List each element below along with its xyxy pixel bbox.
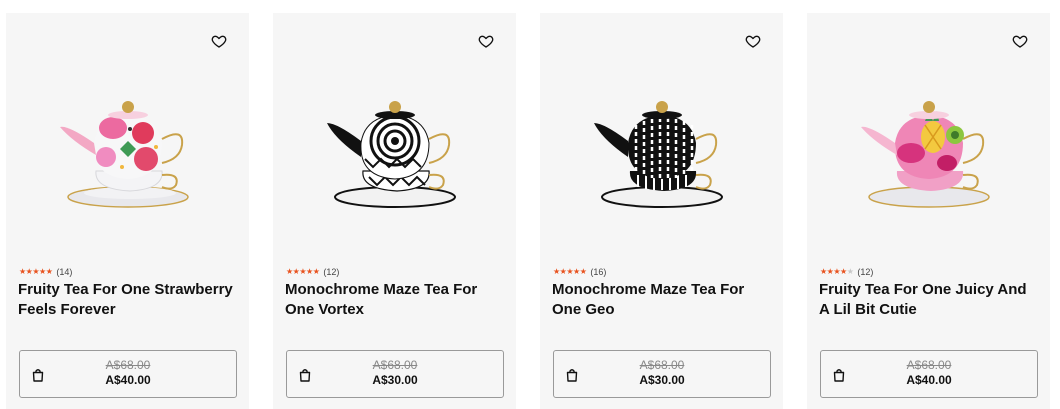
sale-price: A$40.00 <box>906 373 952 387</box>
star-icon: ★ <box>312 267 320 276</box>
star-icon: ★ <box>553 267 560 276</box>
sale-price: A$30.00 <box>639 373 685 387</box>
product-title[interactable]: Monochrome Maze Tea For One Geo <box>552 280 767 320</box>
review-count: (12) <box>323 267 340 277</box>
star-icon: ★ <box>573 267 580 276</box>
product-rating: ★★★★★ (12) <box>820 267 873 277</box>
original-price: A$68.00 <box>639 358 685 372</box>
sale-price: A$40.00 <box>105 373 151 387</box>
star-rating: ★★★★★ <box>820 267 854 277</box>
review-count: (12) <box>857 267 874 277</box>
product-image-teapot[interactable] <box>325 93 465 213</box>
product-card[interactable]: ★★★★★ (14) Fruity Tea For One Strawberry… <box>6 13 249 409</box>
product-card[interactable]: ★★★★★ (12) Fruity Tea For One Juicy And … <box>807 13 1050 409</box>
product-title[interactable]: Fruity Tea For One Juicy And A Lil Bit C… <box>819 280 1034 320</box>
review-count: (16) <box>590 267 607 277</box>
sale-price: A$30.00 <box>372 373 418 387</box>
star-icon: ★ <box>833 267 841 276</box>
star-rating: ★★★★★ <box>553 267 587 277</box>
star-rating: ★★★★★ <box>19 267 53 277</box>
product-title[interactable]: Monochrome Maze Tea For One Vortex <box>285 280 500 320</box>
original-price: A$68.00 <box>372 358 418 372</box>
product-rating: ★★★★★ (12) <box>286 267 339 277</box>
star-icon: ★ <box>306 267 313 276</box>
original-price: A$68.00 <box>105 358 151 372</box>
add-to-cart-button[interactable]: A$68.00 A$40.00 <box>820 350 1038 398</box>
add-to-cart-button[interactable]: A$68.00 A$30.00 <box>286 350 504 398</box>
star-rating: ★★★★★ <box>286 267 320 277</box>
product-card[interactable]: ★★★★★ (12) Monochrome Maze Tea For One V… <box>273 13 516 409</box>
heart-outline-icon[interactable] <box>745 33 761 49</box>
product-image-teapot[interactable] <box>859 93 999 213</box>
star-icon: ★ <box>45 267 53 276</box>
product-title[interactable]: Fruity Tea For One Strawberry Feels Fore… <box>18 280 233 320</box>
product-rating: ★★★★★ (16) <box>553 267 606 277</box>
heart-outline-icon[interactable] <box>211 33 227 49</box>
star-icon: ★ <box>820 267 827 276</box>
original-price: A$68.00 <box>906 358 952 372</box>
heart-outline-icon[interactable] <box>478 33 494 49</box>
star-icon: ★ <box>579 267 587 276</box>
star-icon: ★ <box>566 267 574 276</box>
star-icon: ★ <box>32 267 40 276</box>
product-card[interactable]: ★★★★★ (16) Monochrome Maze Tea For One G… <box>540 13 783 409</box>
star-icon: ★ <box>39 267 46 276</box>
heart-outline-icon[interactable] <box>1012 33 1028 49</box>
star-icon: ★ <box>840 267 847 276</box>
star-icon: ★ <box>286 267 293 276</box>
product-grid: ★★★★★ (14) Fruity Tea For One Strawberry… <box>0 0 1060 409</box>
review-count: (14) <box>56 267 73 277</box>
star-icon: ★ <box>19 267 26 276</box>
star-icon: ★ <box>846 267 854 276</box>
star-icon: ★ <box>299 267 307 276</box>
add-to-cart-button[interactable]: A$68.00 A$30.00 <box>553 350 771 398</box>
add-to-cart-button[interactable]: A$68.00 A$40.00 <box>19 350 237 398</box>
product-rating: ★★★★★ (14) <box>19 267 72 277</box>
product-image-teapot[interactable] <box>592 93 732 213</box>
product-image-teapot[interactable] <box>58 93 198 213</box>
